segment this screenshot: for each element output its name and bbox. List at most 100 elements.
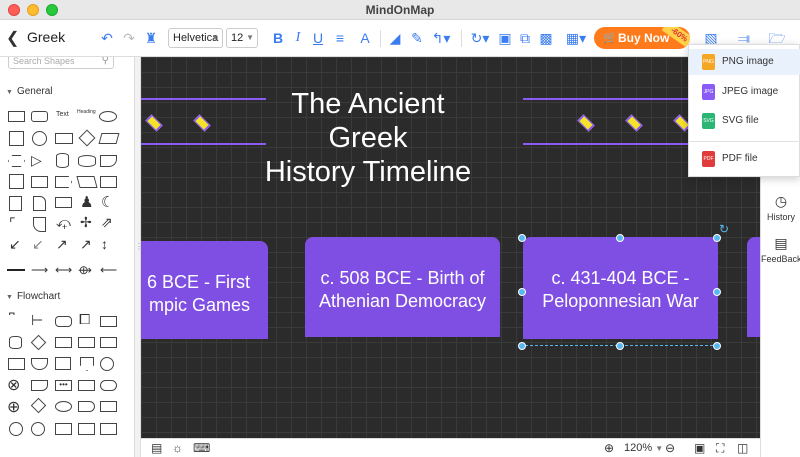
paper-tape-shape[interactable]: [31, 380, 48, 391]
canvas[interactable]: The Ancient Greek History Timeline 6 BCE…: [141, 57, 760, 438]
multi-document-shape[interactable]: [55, 357, 71, 370]
keyboard-icon[interactable]: ⌨: [193, 441, 210, 455]
database-shape[interactable]: [9, 336, 22, 349]
format-painter-icon[interactable]: ♜: [142, 29, 160, 47]
internal-process-shape[interactable]: [100, 401, 117, 412]
merge-shape[interactable]: [31, 358, 48, 370]
stored-data-shape[interactable]: [78, 337, 95, 348]
actor-shape[interactable]: ♟: [80, 193, 93, 211]
cloud-shape[interactable]: [78, 155, 96, 167]
align-icon[interactable]: ≡: [331, 29, 349, 47]
resize-handle[interactable]: [518, 342, 526, 350]
diamond-marker[interactable]: [625, 114, 643, 132]
fill-color-icon[interactable]: ◢: [386, 29, 404, 47]
hexagon-shape[interactable]: [8, 155, 25, 167]
manual-input-shape[interactable]: [100, 316, 117, 327]
timeline-card-selected[interactable]: c. 431-404 BCE - Peloponnesian War: [523, 237, 718, 339]
start-shape[interactable]: [9, 422, 23, 436]
preparation-shape[interactable]: [8, 358, 25, 370]
moon-shape[interactable]: ☾: [101, 193, 114, 211]
process-shape[interactable]: [55, 133, 73, 144]
data-shape[interactable]: [33, 196, 46, 211]
diagonal-arrow-shape[interactable]: ⇗: [101, 214, 113, 231]
callout-shape[interactable]: [55, 197, 72, 208]
corner-shape[interactable]: ⌜: [9, 215, 16, 232]
cross-arrow-shape[interactable]: ✢: [80, 214, 92, 231]
rectangle-shape[interactable]: [8, 111, 25, 122]
annotation-shape[interactable]: ⊢: [31, 312, 43, 329]
double-arrow-shape[interactable]: ↗: [80, 236, 92, 253]
redo-icon[interactable]: ↷: [120, 29, 138, 47]
step-shape[interactable]: [55, 176, 72, 188]
triangle-shape[interactable]: ▷: [31, 152, 42, 169]
font-family-select[interactable]: Helvetica ▼: [168, 28, 223, 48]
ellipse-shape[interactable]: [99, 111, 117, 122]
document-name[interactable]: Greek: [27, 29, 65, 45]
card-curve-shape[interactable]: [33, 217, 46, 232]
group-icon[interactable]: ▣: [496, 29, 514, 47]
circle-shape[interactable]: [32, 131, 47, 146]
page-icon[interactable]: ▤: [151, 441, 162, 455]
export-svg-option[interactable]: SVG SVG file: [689, 108, 800, 134]
undo-icon[interactable]: ↶: [98, 29, 116, 47]
delay-shape[interactable]: [78, 380, 95, 391]
connector-circle-shape[interactable]: ⟴: [78, 263, 92, 277]
extract-shape[interactable]: [55, 423, 72, 435]
connector-arrow-shape[interactable]: ⟶: [31, 263, 48, 277]
section-flowchart[interactable]: ▼ Flowchart: [6, 291, 60, 302]
back-arrow-icon[interactable]: ❮: [6, 28, 19, 48]
export-png-option[interactable]: PNG PNG image: [689, 49, 800, 75]
display-shape[interactable]: [100, 337, 117, 348]
card-tab-shape[interactable]: [78, 401, 95, 412]
line-color-icon[interactable]: ✎: [408, 29, 426, 47]
fit-screen-icon[interactable]: ▣: [694, 441, 705, 455]
timeline-card[interactable]: 6 BCE - First mpic Games: [141, 241, 268, 339]
resize-handle[interactable]: [713, 342, 721, 350]
zoom-in-icon[interactable]: ⊕: [604, 441, 614, 455]
diamond-shape[interactable]: [78, 129, 96, 147]
italic-icon[interactable]: I: [290, 29, 306, 47]
section-general[interactable]: ▼ General: [6, 86, 53, 97]
underline-icon[interactable]: U: [310, 29, 326, 47]
ellipsis-shape[interactable]: •••: [55, 380, 72, 391]
bold-icon[interactable]: B: [270, 29, 286, 47]
buy-now-button[interactable]: 🛒 Buy Now -60%: [594, 27, 690, 49]
collate-shape[interactable]: ⧠: [79, 311, 90, 328]
layer-icon[interactable]: ⧉: [516, 29, 534, 47]
oval-shape[interactable]: [55, 401, 72, 412]
alternate-process-shape[interactable]: [100, 380, 117, 391]
or-shape[interactable]: ⊗: [7, 375, 20, 395]
timeline-card[interactable]: [747, 237, 760, 337]
parallelogram-shape[interactable]: [98, 133, 120, 144]
curve-arrow-shape[interactable]: ⤽: [56, 214, 71, 231]
resize-handle[interactable]: [518, 234, 526, 242]
square-shape[interactable]: [9, 131, 24, 146]
resize-handle[interactable]: [518, 288, 526, 296]
card-shape[interactable]: [31, 176, 48, 188]
theme-icon[interactable]: ☼: [172, 441, 183, 455]
decision-shape[interactable]: [30, 334, 47, 351]
bidirectional-arrow-shape[interactable]: ↕: [101, 236, 108, 252]
font-color-icon[interactable]: A: [357, 29, 373, 47]
summing-junction-shape[interactable]: ⊕: [7, 397, 20, 417]
diamond-marker[interactable]: [193, 114, 211, 132]
resize-handle[interactable]: [713, 288, 721, 296]
bracket-shape[interactable]: ⎴: [9, 312, 15, 329]
terminator-shape[interactable]: [55, 316, 72, 327]
search-shapes-input[interactable]: Search Shapes ⚲: [8, 57, 114, 69]
thick-line-shape[interactable]: [7, 269, 25, 271]
zoom-out-icon[interactable]: ⊖: [665, 441, 675, 455]
note-shape[interactable]: [9, 196, 22, 211]
diamond-marker[interactable]: [577, 114, 595, 132]
lock-icon[interactable]: ▩: [538, 29, 554, 47]
line-shape[interactable]: ↙: [9, 236, 21, 253]
connector-style-icon[interactable]: ↰▾: [429, 29, 453, 47]
internal-storage-shape[interactable]: [9, 174, 24, 189]
sort-shape[interactable]: [30, 397, 47, 414]
fullscreen-icon[interactable]: ⛶: [716, 441, 724, 456]
connector-link-shape[interactable]: ⟵: [100, 263, 117, 277]
font-size-select[interactable]: 12 ▼: [226, 28, 258, 48]
trapezoid-shape[interactable]: [76, 176, 98, 188]
resize-handle[interactable]: [616, 342, 624, 350]
dashed-line-shape[interactable]: ↙: [32, 236, 44, 253]
